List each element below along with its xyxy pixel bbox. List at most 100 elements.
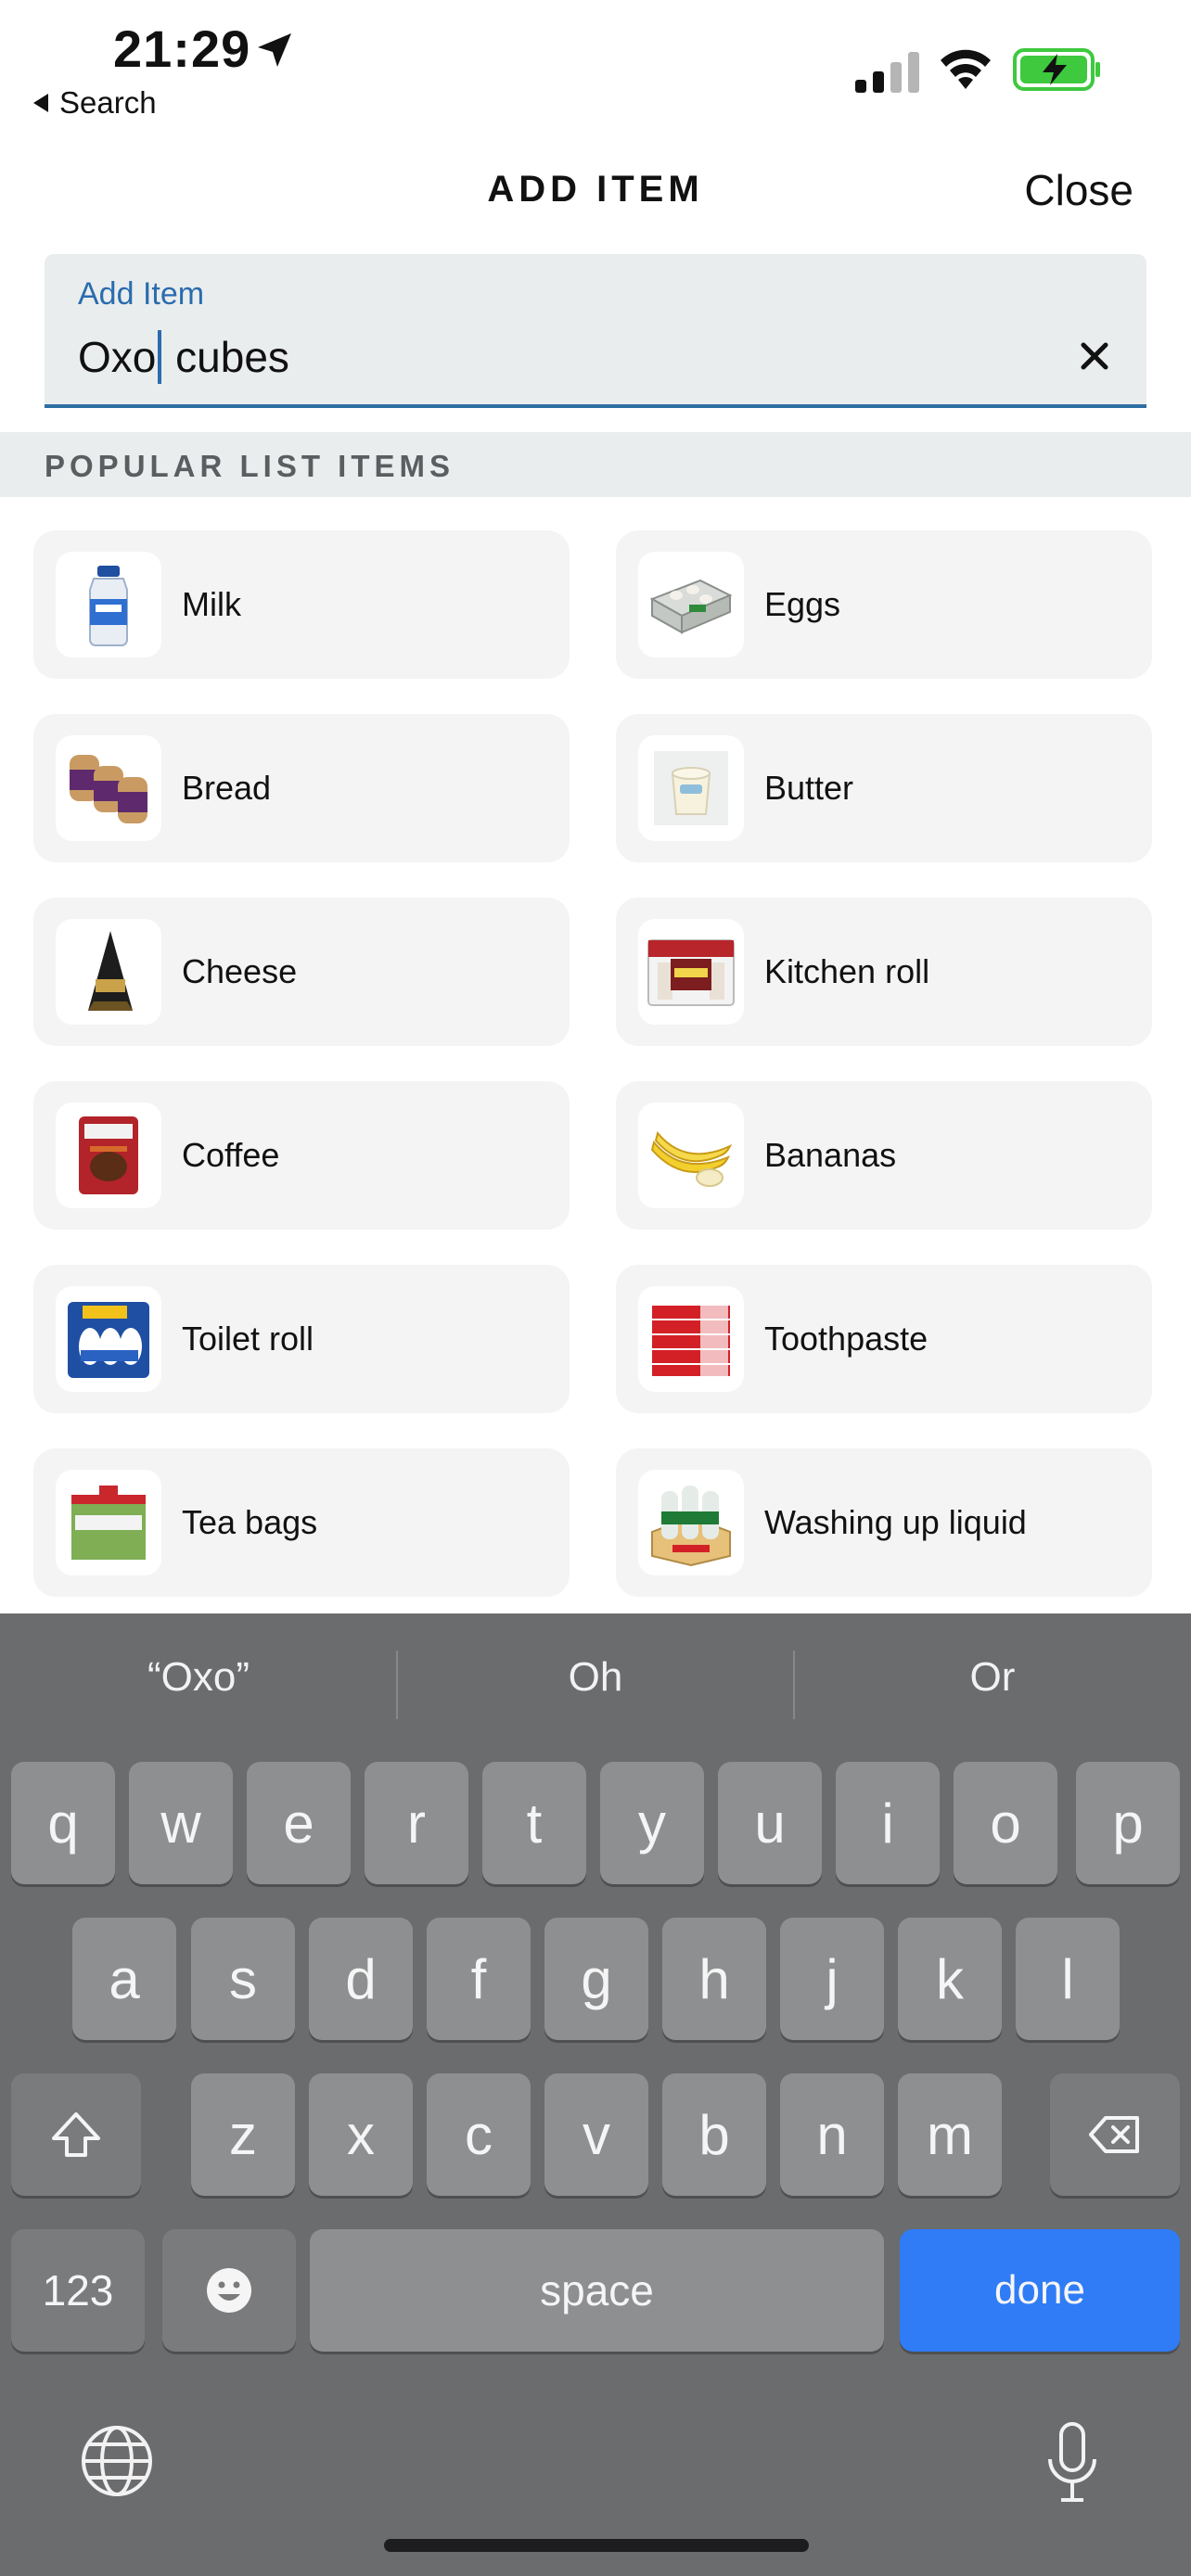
wifi-icon xyxy=(941,49,991,89)
suggestion-item[interactable]: “Oxo” xyxy=(0,1654,397,1701)
key-r[interactable]: r xyxy=(365,1762,468,1884)
predictive-suggestions-bar: “Oxo” Oh Or xyxy=(0,1613,1191,1758)
product-thumbnail xyxy=(56,735,161,841)
item-label: Butter xyxy=(764,769,854,807)
egg-carton-icon xyxy=(649,579,733,634)
item-label: Milk xyxy=(182,585,241,623)
key-p[interactable]: p xyxy=(1076,1762,1180,1884)
product-thumbnail xyxy=(56,552,161,657)
input-text-before-caret: Oxo xyxy=(78,333,157,381)
key-d[interactable]: d xyxy=(309,1918,413,2040)
kitchen-roll-pack-icon xyxy=(647,939,735,1006)
toilet-roll-pack-icon xyxy=(68,1302,149,1378)
back-triangle-icon xyxy=(33,94,48,112)
key-g[interactable]: g xyxy=(544,1918,648,2040)
add-item-input[interactable]: Oxo cubes xyxy=(78,330,289,384)
globe-icon[interactable] xyxy=(78,2422,156,2500)
emoji-key[interactable] xyxy=(162,2229,296,2352)
status-time: 21:29 xyxy=(113,19,251,78)
product-thumbnail xyxy=(638,735,744,841)
backspace-icon xyxy=(1089,2116,1139,2153)
popular-item-tea-bags[interactable]: Tea bags xyxy=(33,1448,570,1597)
key-s[interactable]: s xyxy=(191,1918,295,2040)
key-q[interactable]: q xyxy=(11,1762,115,1884)
key-w[interactable]: w xyxy=(129,1762,233,1884)
key-u[interactable]: u xyxy=(718,1762,822,1884)
section-title: POPULAR LIST ITEMS xyxy=(45,449,455,483)
key-i[interactable]: i xyxy=(836,1762,940,1884)
popular-item-coffee[interactable]: Coffee xyxy=(33,1081,570,1230)
item-label: Cheese xyxy=(182,952,298,990)
popular-item-toothpaste[interactable]: Toothpaste xyxy=(616,1265,1152,1413)
milk-bottle-icon xyxy=(89,566,128,646)
close-icon xyxy=(1081,342,1108,370)
key-z[interactable]: z xyxy=(191,2073,295,2196)
key-v[interactable]: v xyxy=(544,2073,648,2196)
back-to-search-button[interactable]: Search xyxy=(33,85,157,121)
close-button[interactable]: Close xyxy=(1024,165,1133,215)
home-indicator xyxy=(384,2539,809,2552)
popular-item-butter[interactable]: Butter xyxy=(616,714,1152,862)
bananas-icon xyxy=(650,1130,733,1187)
popular-item-toilet-roll[interactable]: Toilet roll xyxy=(33,1265,570,1413)
key-k[interactable]: k xyxy=(898,1918,1002,2040)
tea-bags-pack-icon xyxy=(71,1486,146,1560)
popular-item-bananas[interactable]: Bananas xyxy=(616,1081,1152,1230)
key-a[interactable]: a xyxy=(72,1918,176,2040)
shift-arrow-icon xyxy=(52,2112,100,2157)
shift-key[interactable] xyxy=(11,2073,141,2196)
key-t[interactable]: t xyxy=(482,1762,586,1884)
key-x[interactable]: x xyxy=(309,2073,413,2196)
key-h[interactable]: h xyxy=(662,1918,766,2040)
product-thumbnail xyxy=(56,1470,161,1575)
popular-item-bread[interactable]: Bread xyxy=(33,714,570,862)
popular-item-washing-up-liquid[interactable]: Washing up liquid xyxy=(616,1448,1152,1597)
butter-tub-icon xyxy=(654,751,728,825)
space-key[interactable]: space xyxy=(310,2229,884,2352)
clear-input-button[interactable] xyxy=(1069,330,1121,382)
numbers-key[interactable]: 123 xyxy=(11,2229,145,2352)
back-app-label: Search xyxy=(59,85,157,120)
item-label: Kitchen roll xyxy=(764,952,930,990)
item-label: Bananas xyxy=(764,1136,897,1174)
key-j[interactable]: j xyxy=(780,1918,884,2040)
key-b[interactable]: b xyxy=(662,2073,766,2196)
item-label: Toothpaste xyxy=(764,1320,928,1358)
key-o[interactable]: o xyxy=(954,1762,1057,1884)
product-thumbnail xyxy=(638,1470,744,1575)
washing-up-liquid-icon xyxy=(651,1486,731,1567)
suggestion-item[interactable]: Oh xyxy=(397,1654,794,1701)
coffee-jar-icon xyxy=(79,1116,138,1194)
product-thumbnail xyxy=(56,1286,161,1392)
bread-loaves-icon xyxy=(70,755,147,823)
popular-item-kitchen-roll[interactable]: Kitchen roll xyxy=(616,898,1152,1046)
backspace-key[interactable] xyxy=(1050,2073,1180,2196)
product-thumbnail xyxy=(638,552,744,657)
key-l[interactable]: l xyxy=(1016,1918,1120,2040)
key-c[interactable]: c xyxy=(427,2073,531,2196)
location-arrow-icon xyxy=(258,33,291,67)
popular-section-header: POPULAR LIST ITEMS xyxy=(0,432,1191,497)
text-caret xyxy=(158,330,162,384)
battery-charging-icon xyxy=(1013,48,1100,91)
item-label: Eggs xyxy=(764,585,841,623)
status-bar: 21:29 Search xyxy=(0,0,1191,139)
cheese-wedge-icon xyxy=(88,931,133,1011)
key-e[interactable]: e xyxy=(247,1762,351,1884)
key-y[interactable]: y xyxy=(600,1762,704,1884)
key-m[interactable]: m xyxy=(898,2073,1002,2196)
done-key[interactable]: done xyxy=(900,2229,1180,2352)
key-n[interactable]: n xyxy=(780,2073,884,2196)
popular-items-grid: Milk Eggs Bread Butter Cheese Kitchen ro… xyxy=(33,530,1152,1597)
toothpaste-boxes-icon xyxy=(652,1306,730,1376)
suggestion-item[interactable]: Or xyxy=(794,1654,1191,1701)
popular-item-milk[interactable]: Milk xyxy=(33,530,570,679)
microphone-icon[interactable] xyxy=(1043,2420,1102,2506)
product-thumbnail xyxy=(56,919,161,1025)
product-thumbnail xyxy=(638,1286,744,1392)
page-title: ADD ITEM xyxy=(487,169,704,210)
add-item-field[interactable]: Add Item Oxo cubes xyxy=(45,254,1146,408)
popular-item-eggs[interactable]: Eggs xyxy=(616,530,1152,679)
popular-item-cheese[interactable]: Cheese xyxy=(33,898,570,1046)
key-f[interactable]: f xyxy=(427,1918,531,2040)
